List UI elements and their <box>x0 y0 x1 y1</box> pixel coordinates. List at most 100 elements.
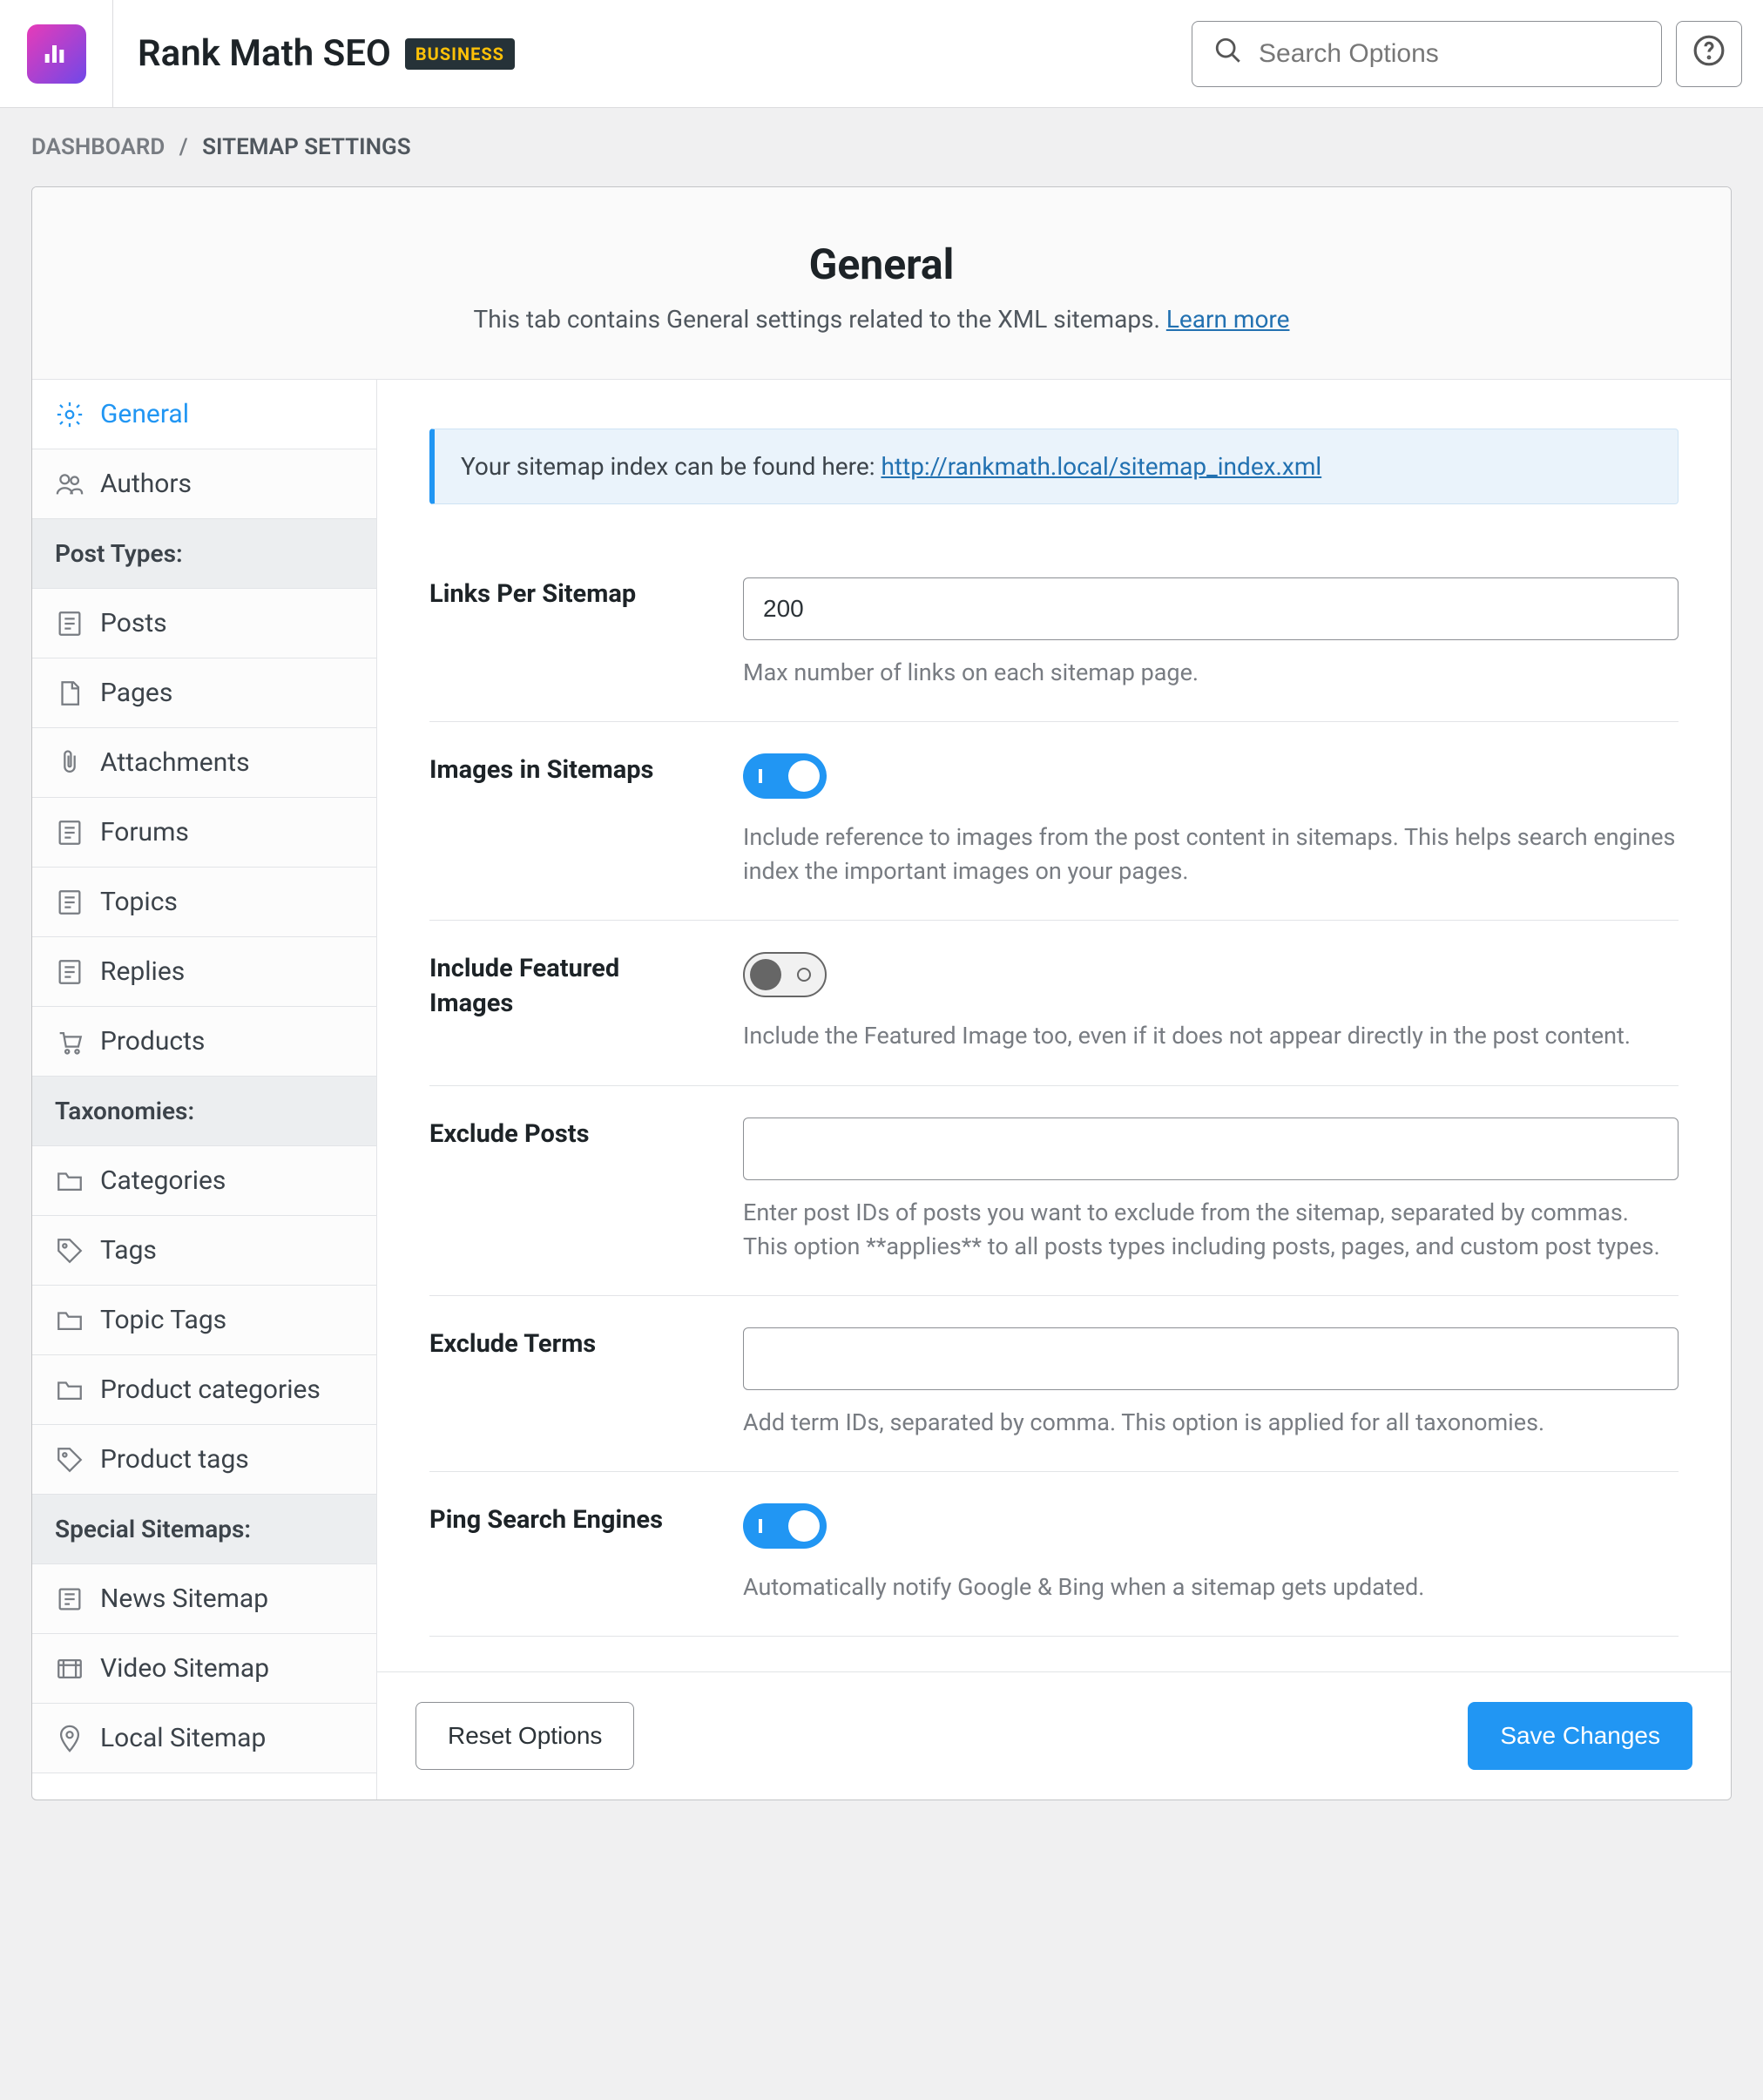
include-featured-toggle[interactable] <box>743 952 827 997</box>
sidebar-item-posts[interactable]: Posts <box>32 589 376 658</box>
sidebar-item-local-sitemap[interactable]: Local Sitemap <box>32 1704 376 1773</box>
exclude-terms-input[interactable] <box>743 1327 1679 1390</box>
pin-icon <box>55 1724 84 1753</box>
field-desc: Automatically notify Google & Bing when … <box>743 1570 1679 1604</box>
field-label: Exclude Posts <box>429 1118 708 1264</box>
breadcrumb: DASHBOARD / SITEMAP SETTINGS <box>0 108 1763 186</box>
sidebar-group-special: Special Sitemaps: <box>32 1495 376 1564</box>
sidebar-item-replies[interactable]: Replies <box>32 937 376 1007</box>
post-icon <box>55 609 84 638</box>
field-desc: Include reference to images from the pos… <box>743 820 1679 888</box>
field-links-per-sitemap: Links Per Sitemap Max number of links on… <box>429 546 1679 722</box>
folder-icon <box>55 1166 84 1196</box>
sidebar-item-label: Product categories <box>100 1374 321 1405</box>
cart-icon <box>55 1027 84 1057</box>
sidebar-item-products[interactable]: Products <box>32 1007 376 1077</box>
users-icon <box>55 469 84 499</box>
sidebar-item-label: Local Sitemap <box>100 1723 266 1753</box>
sidebar-item-tags[interactable]: Tags <box>32 1216 376 1286</box>
field-desc: Max number of links on each sitemap page… <box>743 656 1679 690</box>
folder-icon <box>55 1306 84 1335</box>
field-label: Images in Sitemaps <box>429 753 708 888</box>
field-label: Include Featured Images <box>429 952 708 1053</box>
field-include-featured: Include Featured Images Include the Feat… <box>429 921 1679 1085</box>
links-per-sitemap-input[interactable] <box>743 577 1679 640</box>
save-button[interactable]: Save Changes <box>1468 1702 1692 1770</box>
breadcrumb-sep: / <box>179 134 188 160</box>
settings-content: Your sitemap index can be found here: ht… <box>377 380 1731 1800</box>
sidebar-item-general[interactable]: General <box>32 380 376 449</box>
sidebar-item-label: Topics <box>100 887 178 917</box>
app-logo-icon <box>27 24 86 84</box>
help-icon <box>1692 34 1726 73</box>
page-icon <box>55 679 84 708</box>
sidebar-item-attachments[interactable]: Attachments <box>32 728 376 798</box>
app-title: Rank Math SEO <box>138 32 391 75</box>
field-label: Links Per Sitemap <box>429 577 708 690</box>
tag-icon <box>55 1236 84 1266</box>
tag-icon <box>55 1445 84 1475</box>
post-icon <box>55 957 84 987</box>
logo-container <box>0 0 113 108</box>
sidebar-item-label: Attachments <box>100 747 250 778</box>
ping-search-engines-toggle[interactable] <box>743 1503 827 1549</box>
folder-icon <box>55 1375 84 1405</box>
footer-bar: Reset Options Save Changes <box>377 1671 1731 1800</box>
plan-badge: BUSINESS <box>405 38 515 70</box>
sidebar-group-taxonomies: Taxonomies: <box>32 1077 376 1146</box>
sidebar-item-product-categories[interactable]: Product categories <box>32 1355 376 1425</box>
sidebar-item-label: General <box>100 399 189 429</box>
search-icon <box>1213 36 1243 71</box>
sidebar-item-product-tags[interactable]: Product tags <box>32 1425 376 1495</box>
sidebar-item-video-sitemap[interactable]: Video Sitemap <box>32 1634 376 1704</box>
sidebar-item-label: Authors <box>100 469 192 499</box>
sidebar-item-label: Categories <box>100 1165 226 1196</box>
sidebar-item-label: Pages <box>100 678 172 708</box>
search-input[interactable] <box>1259 39 1640 69</box>
sitemap-notice: Your sitemap index can be found here: ht… <box>429 429 1679 504</box>
clip-icon <box>55 748 84 778</box>
sidebar-item-authors[interactable]: Authors <box>32 449 376 519</box>
sidebar-group-post-types: Post Types: <box>32 519 376 589</box>
breadcrumb-root[interactable]: DASHBOARD <box>31 134 165 160</box>
sidebar-item-forums[interactable]: Forums <box>32 798 376 868</box>
field-desc: Add term IDs, separated by comma. This o… <box>743 1406 1679 1440</box>
sidebar-item-topics[interactable]: Topics <box>32 868 376 937</box>
settings-sidebar: General Authors Post Types: Posts Pages Att… <box>32 380 377 1800</box>
sidebar-item-pages[interactable]: Pages <box>32 658 376 728</box>
help-button[interactable] <box>1676 21 1742 87</box>
images-in-sitemaps-toggle[interactable] <box>743 753 827 799</box>
field-exclude-terms: Exclude Terms Add term IDs, separated by… <box>429 1296 1679 1472</box>
sidebar-item-label: Video Sitemap <box>100 1653 269 1684</box>
post-icon <box>55 818 84 847</box>
sidebar-item-topic-tags[interactable]: Topic Tags <box>32 1286 376 1355</box>
sidebar-item-label: Posts <box>100 608 167 638</box>
sidebar-item-label: News Sitemap <box>100 1583 268 1614</box>
exclude-posts-input[interactable] <box>743 1118 1679 1180</box>
reset-button[interactable]: Reset Options <box>415 1702 634 1770</box>
post-icon <box>55 888 84 917</box>
page-title: General <box>67 240 1696 289</box>
sidebar-item-label: Forums <box>100 817 189 847</box>
sidebar-item-categories[interactable]: Categories <box>32 1146 376 1216</box>
field-label: Ping Search Engines <box>429 1503 708 1604</box>
learn-more-link[interactable]: Learn more <box>1166 305 1290 334</box>
sidebar-item-news-sitemap[interactable]: News Sitemap <box>32 1564 376 1634</box>
sidebar-item-label: Replies <box>100 956 185 987</box>
page-subtitle: This tab contains General settings relat… <box>67 305 1696 334</box>
sidebar-item-label: Tags <box>100 1235 157 1266</box>
sidebar-item-label: Product tags <box>100 1444 249 1475</box>
field-desc: Enter post IDs of posts you want to excl… <box>743 1196 1679 1264</box>
sidebar-item-label: Topic Tags <box>100 1305 226 1335</box>
top-bar: Rank Math SEO BUSINESS <box>0 0 1763 108</box>
field-label: Exclude Terms <box>429 1327 708 1440</box>
settings-panel: General This tab contains General settin… <box>31 186 1732 1800</box>
field-ping-search-engines: Ping Search Engines Automatically notify… <box>429 1472 1679 1637</box>
sidebar-item-label: Products <box>100 1026 205 1057</box>
news-icon <box>55 1584 84 1614</box>
panel-header: General This tab contains General settin… <box>32 187 1731 380</box>
field-images-in-sitemaps: Images in Sitemaps Include reference to … <box>429 722 1679 921</box>
gear-icon <box>55 400 84 429</box>
sitemap-url-link[interactable]: http://rankmath.local/sitemap_index.xml <box>881 452 1321 481</box>
search-box[interactable] <box>1192 21 1662 87</box>
